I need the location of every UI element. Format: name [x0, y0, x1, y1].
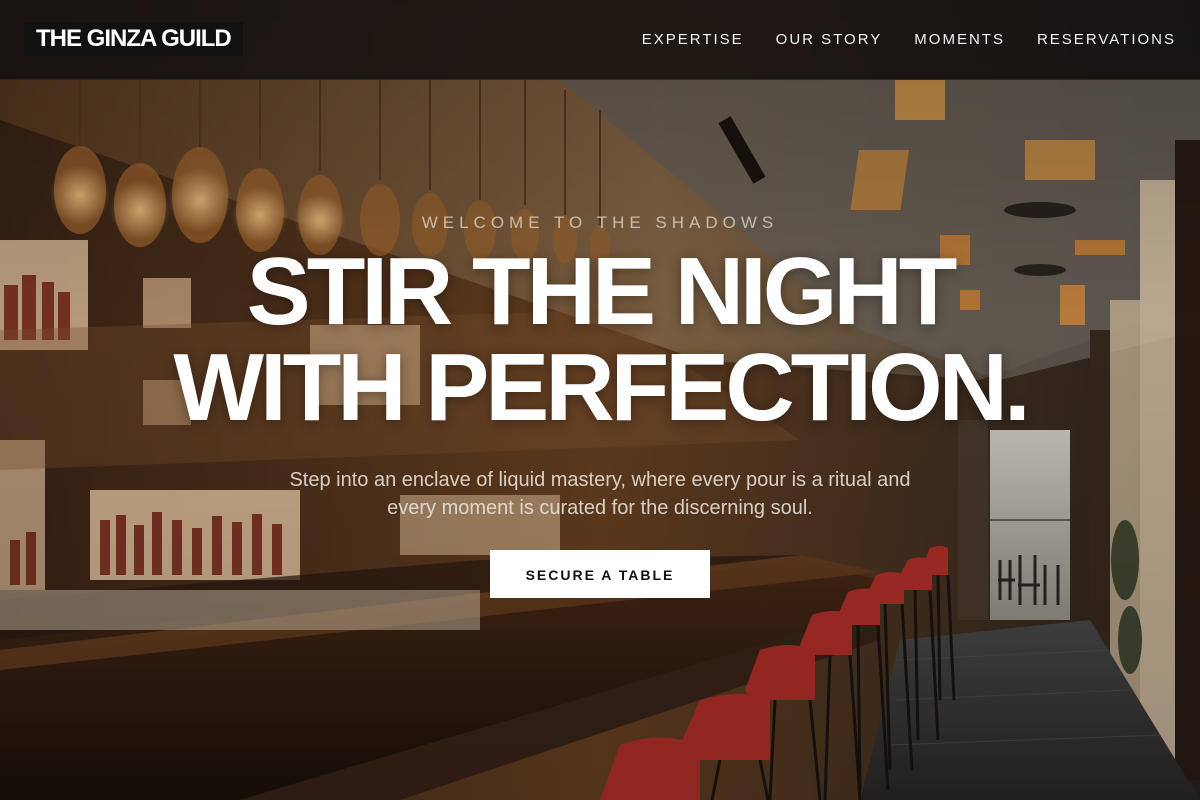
brand-logo[interactable]: THE GINZA GUILD — [24, 22, 243, 56]
nav-link-moments[interactable]: MOMENTS — [914, 30, 1005, 50]
hero-subtext: Step into an enclave of liquid mastery, … — [289, 469, 911, 519]
hero-headline-line-2: WITH PERFECTION. — [173, 334, 1030, 441]
hero-section: THE GINZA GUILD EXPERTISE OUR STORY MOME… — [0, 0, 1200, 800]
secure-table-button[interactable]: SECURE A TABLE — [490, 550, 710, 598]
hero-headline: STIR THE NIGHT WITH PERFECTION. — [0, 244, 1200, 436]
nav-link-reservations[interactable]: RESERVATIONS — [1037, 30, 1176, 50]
hero-eyebrow: WELCOME TO THE SHADOWS — [421, 213, 779, 232]
nav-link-our-story[interactable]: OUR STORY — [776, 30, 883, 50]
nav-link-expertise[interactable]: EXPERTISE — [642, 30, 744, 50]
primary-nav: EXPERTISE OUR STORY MOMENTS RESERVATIONS — [642, 30, 1176, 50]
hero-headline-line-1: STIR THE NIGHT — [246, 238, 958, 345]
top-navbar: THE GINZA GUILD EXPERTISE OUR STORY MOME… — [0, 0, 1200, 80]
hero-content: WELCOME TO THE SHADOWS STIR THE NIGHT WI… — [0, 210, 1200, 598]
